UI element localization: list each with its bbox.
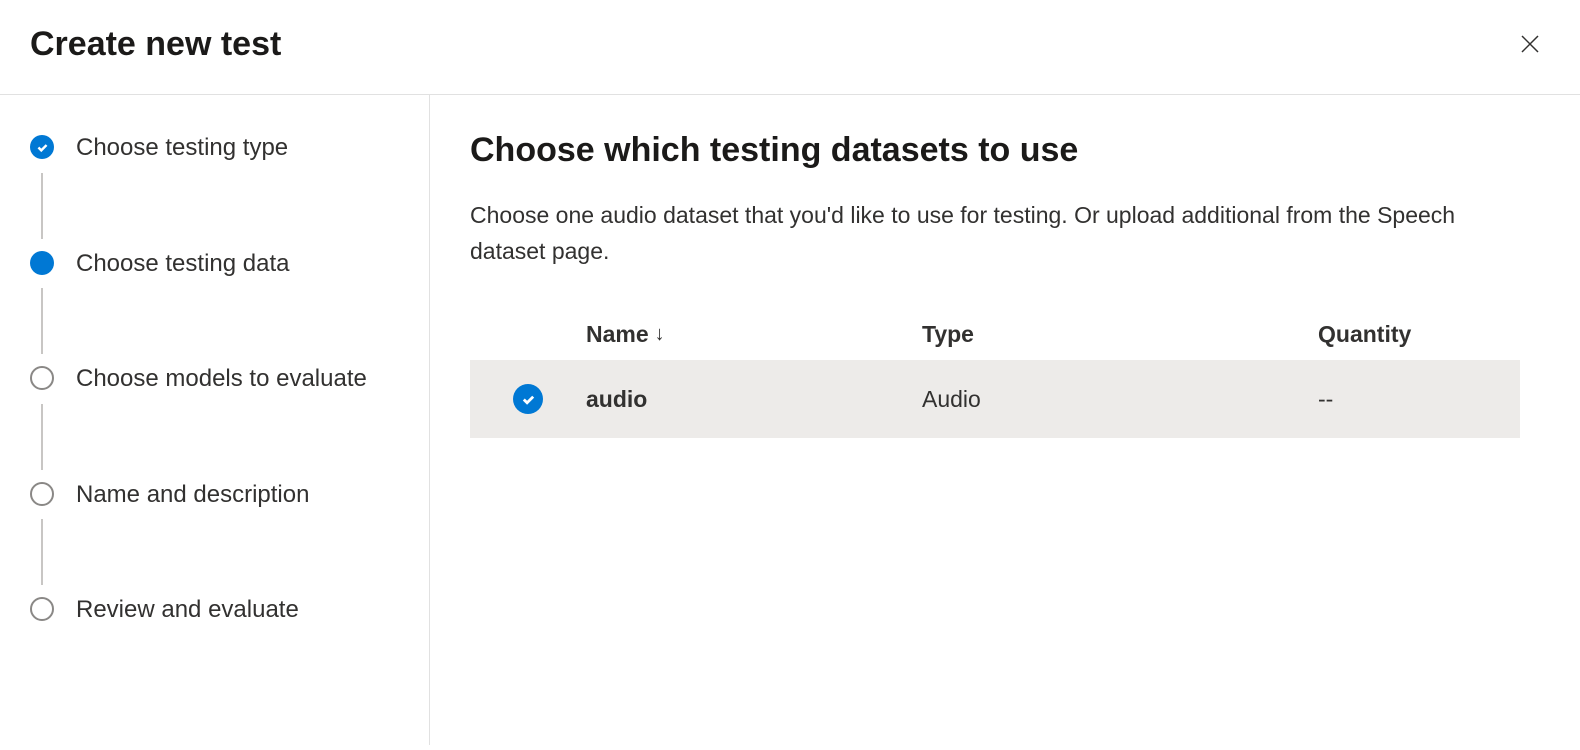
step-label: Choose models to evaluate	[76, 362, 377, 396]
main-heading: Choose which testing datasets to use	[470, 131, 1520, 170]
row-select-checkbox[interactable]	[513, 384, 543, 414]
step-choose-testing-type[interactable]: Choose testing type	[30, 131, 399, 165]
close-button[interactable]	[1510, 24, 1550, 64]
step-name-description[interactable]: Name and description	[30, 478, 399, 512]
step-choose-testing-data[interactable]: Choose testing data	[30, 247, 399, 281]
step-indicator-pending	[30, 482, 54, 506]
step-indicator-pending	[30, 366, 54, 390]
step-label: Name and description	[76, 478, 319, 512]
main-description: Choose one audio dataset that you'd like…	[470, 198, 1520, 269]
step-connector	[41, 519, 43, 585]
checkmark-icon	[36, 141, 49, 154]
dialog-title: Create new test	[30, 25, 281, 64]
column-label: Type	[922, 321, 974, 348]
step-choose-models[interactable]: Choose models to evaluate	[30, 362, 399, 396]
column-header-name[interactable]: Name ↓	[586, 321, 922, 348]
step-label: Choose testing data	[76, 247, 299, 281]
dataset-type: Audio	[922, 386, 981, 413]
step-indicator-pending	[30, 597, 54, 621]
column-label: Quantity	[1318, 321, 1411, 348]
column-label: Name	[586, 321, 649, 348]
main-content: Choose which testing datasets to use Cho…	[430, 95, 1580, 745]
close-icon	[1518, 32, 1542, 56]
step-indicator-current	[30, 251, 54, 275]
table-row[interactable]: audio Audio --	[470, 360, 1520, 438]
dataset-quantity: --	[1318, 386, 1333, 413]
step-connector	[41, 288, 43, 354]
column-header-select	[470, 321, 586, 348]
step-label: Review and evaluate	[76, 593, 309, 627]
step-connector	[41, 404, 43, 470]
column-header-type[interactable]: Type	[922, 321, 1318, 348]
dataset-name: audio	[586, 386, 647, 413]
checkmark-icon	[521, 392, 536, 407]
column-header-quantity[interactable]: Quantity	[1318, 321, 1520, 348]
sort-arrow-down-icon: ↓	[655, 323, 665, 346]
datasets-table: Name ↓ Type Quantity	[470, 309, 1520, 438]
step-review-evaluate[interactable]: Review and evaluate	[30, 593, 399, 627]
step-indicator-completed	[30, 135, 54, 159]
dialog-body: Choose testing type Choose testing data …	[0, 95, 1580, 745]
dialog-header: Create new test	[0, 0, 1580, 95]
table-header: Name ↓ Type Quantity	[470, 309, 1520, 360]
wizard-stepper: Choose testing type Choose testing data …	[0, 95, 430, 745]
step-label: Choose testing type	[76, 131, 298, 165]
step-connector	[41, 173, 43, 239]
